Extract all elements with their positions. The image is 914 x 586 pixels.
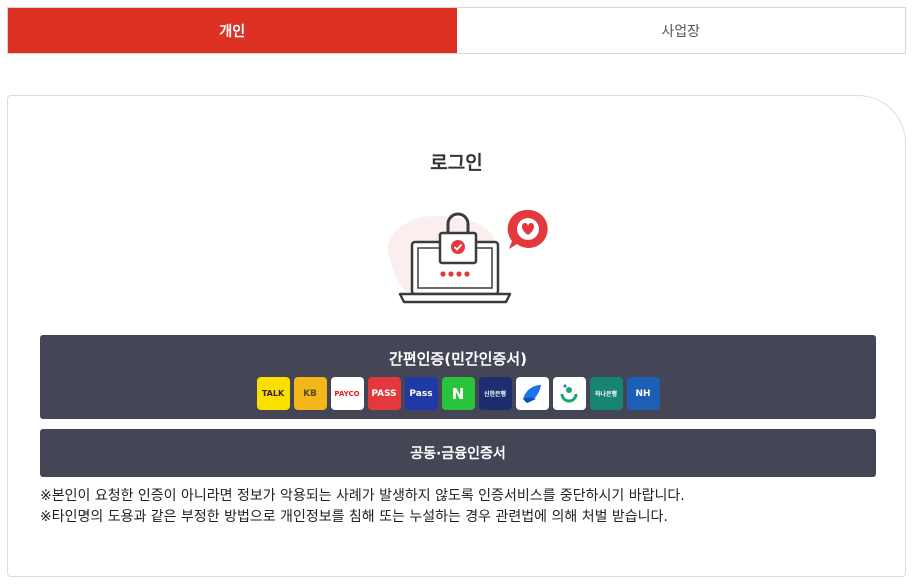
toss-icon[interactable]	[515, 377, 549, 410]
toss-logo-icon	[523, 384, 541, 403]
samsung-pass-icon[interactable]: Pass	[404, 377, 438, 410]
kb-bank-icon[interactable]: KB	[293, 377, 327, 410]
laptop-lock-illustration	[388, 209, 548, 304]
joint-financial-cert-button[interactable]: 공동·금융인증서	[40, 429, 876, 477]
bank-salad-logo-icon	[560, 383, 578, 402]
naver-icon[interactable]: N	[441, 377, 475, 410]
hana-bank-icon[interactable]: 하나은행	[589, 377, 623, 410]
bank-salad-icon[interactable]	[552, 377, 586, 410]
pass-icon[interactable]: PASS	[367, 377, 401, 410]
notice-line-2: ※타인명의 도용과 같은 부정한 방법으로 개인정보를 침해 또는 누설하는 경…	[40, 509, 668, 525]
shinhan-bank-icon[interactable]: 신한은행	[478, 377, 512, 410]
joint-auth-label: 공동·금융인증서	[410, 446, 506, 462]
provider-icons: TALK KB PAYCO PASS Pass N 신한은행 하나은행 NH	[40, 377, 876, 410]
user-type-tabs: 개인 사업장	[7, 7, 906, 54]
page-title: 로그인	[430, 152, 483, 174]
tab-personal[interactable]: 개인	[8, 8, 457, 53]
payco-icon[interactable]: PAYCO	[330, 377, 364, 410]
login-card: 로그인 간편인증(민간인증서) TALK KB PAYCO PASS Pass …	[7, 95, 906, 577]
nh-bank-icon[interactable]: NH	[626, 377, 660, 410]
tab-business[interactable]: 사업장	[456, 8, 905, 53]
kakao-talk-icon[interactable]: TALK	[256, 377, 290, 410]
notice-line-1: ※본인이 요청한 인증이 아니라면 정보가 악용되는 사례가 발생하지 않도록 …	[40, 488, 685, 504]
simple-auth-label: 간편인증(민간인증서)	[389, 350, 527, 368]
notice-text: ※본인이 요청한 인증이 아니라면 정보가 악용되는 사례가 발생하지 않도록 …	[40, 486, 685, 528]
simple-auth-button[interactable]: 간편인증(민간인증서) TALK KB PAYCO PASS Pass N 신한…	[40, 335, 876, 419]
